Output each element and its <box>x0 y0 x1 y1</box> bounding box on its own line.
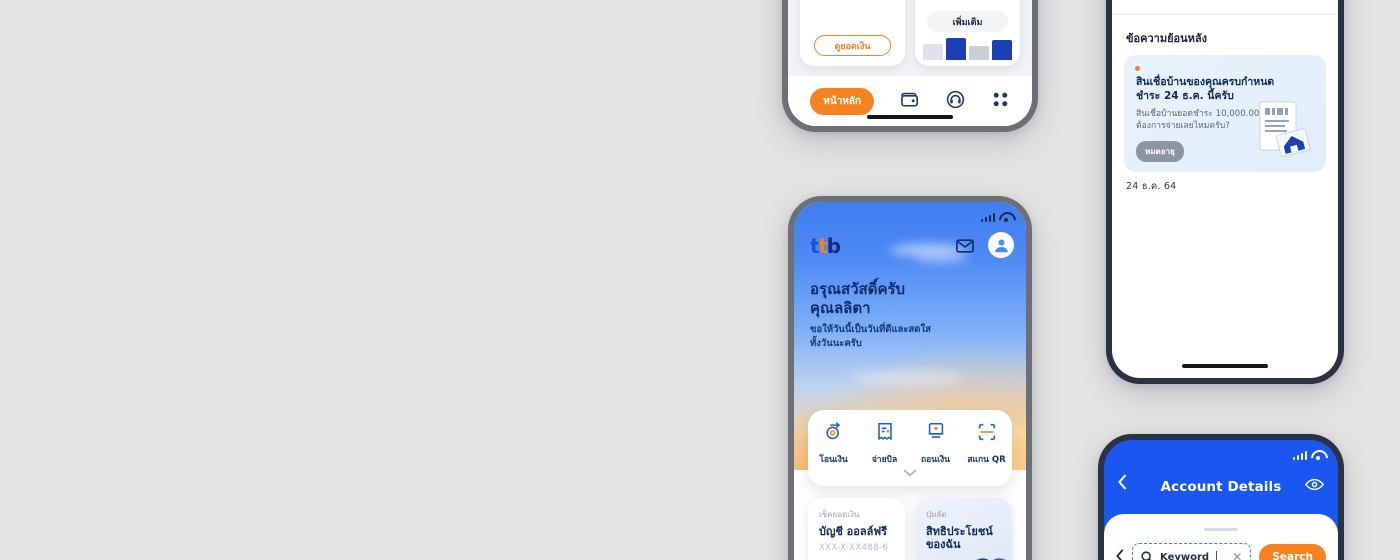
action-transfer-money[interactable]: โอนเงิน <box>808 421 859 466</box>
sheet-grabber[interactable] <box>1204 528 1238 531</box>
card-kicker: เช็คยอดเงิน <box>819 510 860 519</box>
action-label: ถอนเงิน <box>921 455 950 465</box>
withdraw-cash-icon <box>928 422 943 438</box>
page-header: Account Details <box>1104 468 1338 506</box>
section-header-history: ข้อความย้อนหลัง <box>1126 32 1208 45</box>
eye-icon[interactable] <box>1304 476 1325 495</box>
home-indicator <box>867 115 953 119</box>
search-sheet: Keyword ✕ Search <box>1104 514 1338 560</box>
phone-ttb-greeting: ttb อรุณสวัสดิ์ครับ คุณลลิตา ขอให้วันนี้… <box>788 196 1032 560</box>
tab-home[interactable]: หน้าหลัก <box>810 87 875 115</box>
balance-card[interactable]: ดูยอดเงิน <box>800 0 905 66</box>
card-bar-graphic <box>915 36 1020 60</box>
phone-screen: อัปเดตประเด็นร้อน ไม่ให้คุณพลาดโอกาสลงทุ… <box>1112 0 1338 378</box>
search-row: Keyword ✕ Search <box>1114 543 1328 560</box>
view-balance-button[interactable]: ดูยอดเงิน <box>814 35 891 56</box>
phone-ttb-notifications: อัปเดตประเด็นร้อน ไม่ให้คุณพลาดโอกาสลงทุ… <box>1106 0 1344 384</box>
notification-date: 24 ธ.ค. 64 <box>1126 181 1177 193</box>
quick-actions-panel: โอนเงิน จ่ายบิล ถอนเงิน สแกน QR <box>808 410 1012 486</box>
status-bar <box>1292 450 1325 460</box>
wifi-icon <box>999 212 1012 222</box>
card-account-number: XXX-X-XX488-6 <box>819 543 889 554</box>
action-scan-qr[interactable]: สแกน QR <box>961 421 1012 466</box>
close-x-icon[interactable]: ✕ <box>1232 551 1242 560</box>
gift-bow-icon <box>969 558 1012 560</box>
card-kicker: ปุ่มลัด <box>926 510 947 519</box>
logo-letter-b: b <box>826 234 841 258</box>
more-card[interactable]: เพิ่มเติม <box>915 0 1020 66</box>
avatar-icon <box>994 239 1008 252</box>
greeting-block: อรุณสวัสดิ์ครับ คุณลลิตา ขอให้วันนี้เป็น… <box>810 280 931 351</box>
action-label: โอนเงิน <box>819 455 848 465</box>
phone-screen: Account Details Keyword ✕ Search <box>1104 440 1338 560</box>
chevron-down-icon[interactable] <box>903 462 917 481</box>
wifi-icon <box>1311 450 1324 460</box>
page-title: Account Details <box>1160 479 1282 495</box>
more-button[interactable]: เพิ่มเติม <box>927 11 1008 32</box>
home-loan-document-icon <box>1259 101 1311 158</box>
wallet-icon[interactable] <box>899 90 921 112</box>
pay-bill-icon <box>877 422 892 441</box>
card-account-balance[interactable]: เช็คยอดเงิน บัญชี ออลล์ฟรี XXX-X-XX488-6 <box>808 498 905 560</box>
signal-bars-icon <box>1292 451 1307 460</box>
phone-screen: ดูยอดเงิน เพิ่มเติม รายการโ <box>788 0 1032 126</box>
greeting-sub-1: ขอให้วันนี้เป็นวันที่ดีและสดใส <box>810 324 931 336</box>
notifications-list: อัปเดตประเด็นร้อน ไม่ให้คุณพลาดโอกาสลงทุ… <box>1112 0 1338 378</box>
screenshot-canvas: ดูยอดเงิน เพิ่มเติม รายการโ <box>0 0 1400 560</box>
signal-bars-icon <box>980 213 995 222</box>
notification-date: 1 ม.ค. 65 <box>1126 0 1324 4</box>
ttb-logo: ttb <box>810 234 841 258</box>
card-title: บัญชี ออลล์ฟรี <box>819 525 888 538</box>
shortcut-cards-row: เช็คยอดเงิน บัญชี ออลล์ฟรี XXX-X-XX488-6… <box>808 498 1012 560</box>
search-value: Keyword <box>1160 551 1210 560</box>
action-pay-bill[interactable]: จ่ายบิล <box>859 421 910 466</box>
search-input[interactable]: Keyword ✕ <box>1132 543 1252 560</box>
phone-account-details: Account Details Keyword ✕ Search <box>1098 434 1344 560</box>
notification-card-home-loan[interactable]: สินเชื่อบ้านของคุณครบกำหนด ชำระ 24 ธ.ค. … <box>1124 55 1326 173</box>
greeting-line-2: คุณลลิตา <box>810 299 871 318</box>
mail-icon[interactable] <box>956 238 974 257</box>
status-badge: หมดอายุ <box>1136 141 1184 163</box>
card-my-benefits[interactable]: ปุ่มลัด สิทธิประโยชน์ ของฉัน <box>915 498 1012 560</box>
support-headset-icon[interactable] <box>945 89 966 114</box>
scan-qr-icon <box>978 423 995 441</box>
search-button[interactable]: Search <box>1259 544 1326 560</box>
greeting-sub-2: ทั้งวันนะครับ <box>810 338 862 350</box>
home-indicator <box>1182 364 1268 368</box>
notification-title-line-1: สินเชื่อบ้านของคุณครบกำหนด <box>1136 76 1275 88</box>
action-label: สแกน QR <box>967 455 1006 465</box>
unread-dot-icon <box>1135 66 1140 71</box>
section-divider <box>1112 14 1338 15</box>
chevron-left-icon[interactable] <box>1116 548 1124 560</box>
phone-ttb-home-favourites: ดูยอดเงิน เพิ่มเติม รายการโ <box>782 0 1038 132</box>
search-icon <box>1141 551 1152 560</box>
grid-apps-icon[interactable] <box>991 90 1010 113</box>
account-cards-row: ดูยอดเงิน เพิ่มเติม <box>800 0 1020 66</box>
phone-screen: ttb อรุณสวัสดิ์ครับ คุณลลิตา ขอให้วันนี้… <box>794 202 1026 560</box>
logo-letter-t2: t <box>818 234 828 258</box>
status-bar <box>980 212 1013 222</box>
text-caret <box>1216 551 1218 560</box>
avatar[interactable] <box>988 232 1014 258</box>
greeting-line-1: อรุณสวัสดิ์ครับ <box>810 280 906 298</box>
transfer-money-icon <box>825 422 840 440</box>
action-withdraw-cash[interactable]: ถอนเงิน <box>910 421 961 466</box>
